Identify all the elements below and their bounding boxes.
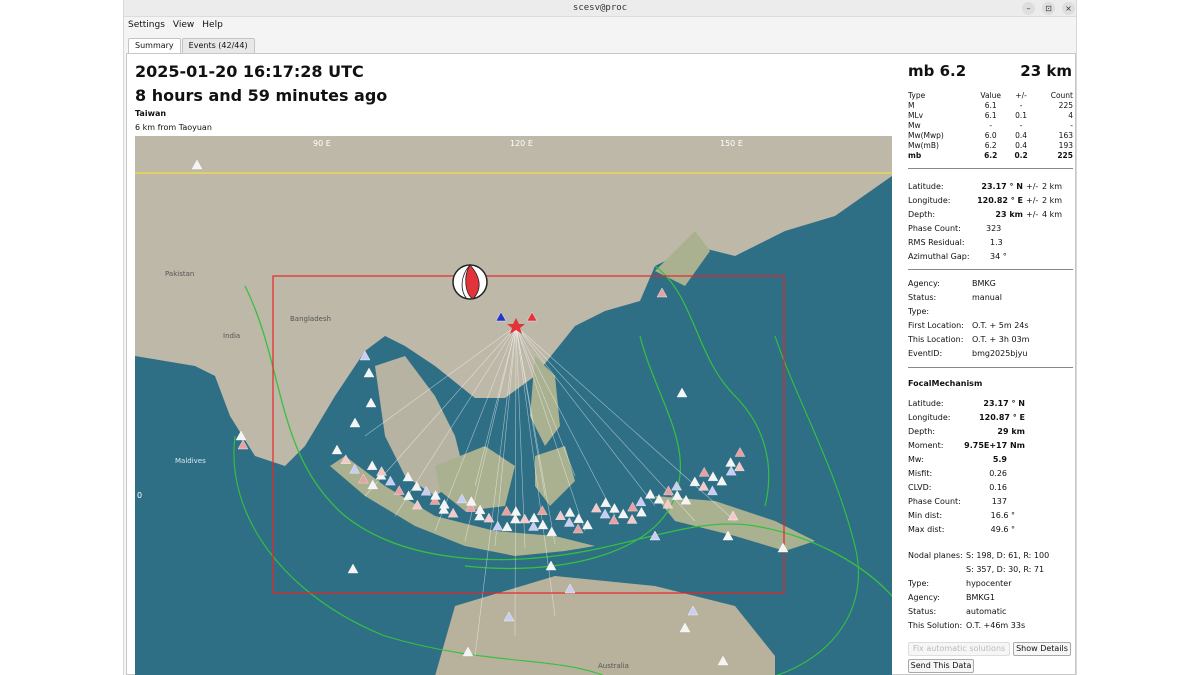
mag-table-row: M 6.1 - 225 (908, 101, 1073, 111)
lon-label-120: 120 E (510, 139, 533, 148)
close-button[interactable]: × (1062, 2, 1075, 15)
magnitude-summary: mb 6.2 (908, 62, 967, 80)
mag-cell: 0.1 (1015, 111, 1028, 120)
label-india: India (223, 332, 240, 340)
separator (908, 367, 1073, 368)
mag-cell: 6.1 (984, 111, 997, 120)
origin-time: 2025-01-20 16:17:28 UTC (135, 62, 364, 81)
focal-mechanism-beachball (452, 264, 488, 300)
label-maldives: Maldives (175, 457, 206, 465)
mag-cell: 225 (1057, 151, 1073, 160)
show-details-button[interactable]: Show Details (1013, 642, 1071, 656)
mag-cell: Type (908, 91, 926, 100)
mag-cell: 6.2 (984, 141, 997, 150)
label-bangladesh: Bangladesh (290, 315, 331, 323)
separator (908, 269, 1073, 270)
app-window: scesv@proc – ⊡ × Settings View Help Summ… (123, 0, 1077, 675)
fix-automatic-solutions-button[interactable]: Fix automatic solutions (908, 642, 1010, 656)
send-this-data-button[interactable]: Send This Data (908, 659, 974, 673)
mag-cell: 4 (1068, 111, 1073, 120)
separator (908, 168, 1073, 169)
mag-cell: 6.1 (984, 101, 997, 110)
mag-cell: 0.4 (1015, 141, 1028, 150)
mag-cell: +/- (1015, 91, 1027, 100)
label-australia: Australia (598, 662, 629, 670)
focal-mechanism-title: FocalMechanism (908, 379, 983, 388)
mag-table-row: Mw - - - (908, 121, 1073, 131)
mag-cell: M (908, 101, 915, 110)
event-map[interactable]: 90 E 120 E 150 E 0 India Pakistan Bangla… (135, 136, 892, 675)
mag-cell: Mw (908, 121, 921, 130)
mag-cell: - (1070, 121, 1073, 130)
lat-label-0: 0 (137, 491, 142, 500)
restore-button[interactable]: ⊡ (1042, 2, 1055, 15)
region-name: Taiwan (135, 109, 167, 118)
depth-summary: 23 km (1020, 62, 1072, 80)
label-pakistan: Pakistan (165, 270, 194, 278)
mag-cell: 193 (1058, 141, 1073, 150)
menu-settings[interactable]: Settings (128, 20, 165, 30)
mag-table-row: Mw(Mwp) 6.0 0.4 163 (908, 131, 1073, 141)
mag-cell: Mw(mB) (908, 141, 939, 150)
mag-cell: 0.4 (1015, 131, 1028, 140)
mag-table-row: MLv 6.1 0.1 4 (908, 111, 1073, 121)
title-bar: scesv@proc – ⊡ × (124, 0, 1076, 17)
magnitude-table: Type Value +/- Count M 6.1-225 MLv 6.1 0.1 4 Mw - - -… (908, 91, 1073, 161)
mag-cell: Mw(Mwp) (908, 131, 944, 140)
menu-view[interactable]: View (173, 20, 194, 30)
mag-table-row: Mw(mB) 6.2 0.4 193 (908, 141, 1073, 151)
mag-cell: Count (1050, 91, 1073, 100)
mag-cell: - (989, 121, 993, 130)
mag-cell: 0.2 (1014, 151, 1028, 160)
mag-cell: Value (980, 91, 1002, 100)
mag-cell: 225 (1058, 101, 1073, 110)
mag-cell: - (1019, 121, 1023, 130)
tab-bar: Summary Events (42/44) (128, 38, 256, 53)
tab-events[interactable]: Events (42/44) (181, 38, 255, 53)
mag-table-header: Type Value +/- Count (908, 91, 1073, 101)
menu-bar: Settings View Help (124, 17, 1076, 32)
window-title: scesv@proc (572, 3, 628, 13)
time-ago: 8 hours and 59 minutes ago (135, 86, 388, 105)
nearest-city: 6 km from Taoyuan (135, 123, 212, 132)
mag-cell: 163 (1058, 131, 1073, 140)
mag-cell: 6.0 (984, 131, 997, 140)
summary-panel: 2025-01-20 16:17:28 UTC 8 hours and 59 m… (126, 53, 1076, 675)
lon-label-150: 150 E (720, 139, 743, 148)
mag-cell: - (1019, 101, 1023, 110)
lon-label-90: 90 E (313, 139, 331, 148)
menu-help[interactable]: Help (202, 20, 223, 30)
mag-cell: MLv (908, 111, 924, 120)
mag-cell: 6.2 (984, 151, 998, 160)
mag-table-row: mb 6.2 0.2 225 (908, 151, 1073, 161)
minimize-button[interactable]: – (1022, 2, 1035, 15)
tab-summary[interactable]: Summary (128, 38, 181, 53)
mag-cell: mb (908, 151, 922, 160)
event-info-sidebar: mb 6.2 23 km Type Value +/- Count M 6.1-225 ML… (905, 54, 1075, 674)
